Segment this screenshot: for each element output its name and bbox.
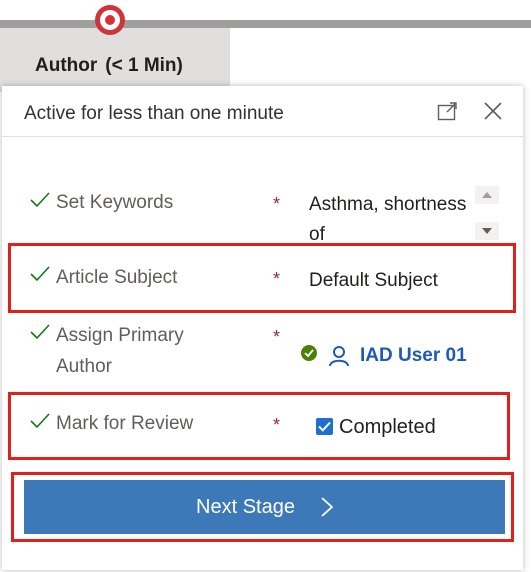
stage-tab-duration: (< 1 Min) bbox=[105, 55, 183, 76]
check-icon bbox=[30, 192, 50, 213]
active-stage-marker-icon bbox=[95, 5, 125, 35]
presence-available-icon bbox=[300, 344, 318, 367]
scroll-up-arrow-icon[interactable] bbox=[475, 186, 499, 204]
primary-author-link[interactable]: IAD User 01 bbox=[360, 345, 467, 367]
stage-progress-track bbox=[0, 20, 531, 28]
keywords-value[interactable]: Asthma, shortness of bbox=[309, 190, 469, 240]
flyout-header: Active for less than one minute bbox=[2, 86, 523, 137]
flyout-title: Active for less than one minute bbox=[24, 103, 284, 124]
keywords-textarea[interactable]: Asthma, shortness of bbox=[309, 186, 501, 240]
stage-tab-label[interactable]: Author (< 1 Min) bbox=[35, 55, 183, 77]
step-label-set-keywords: Set Keywords bbox=[56, 192, 174, 213]
highlight-article-subject bbox=[8, 243, 516, 313]
highlight-next-stage bbox=[11, 472, 514, 542]
popout-icon[interactable] bbox=[434, 97, 462, 125]
required-indicator: * bbox=[273, 194, 281, 214]
highlight-mark-for-review bbox=[8, 392, 510, 460]
step-label-author: Author bbox=[56, 356, 112, 377]
stage-tab-name: Author bbox=[35, 55, 98, 76]
required-indicator: * bbox=[273, 327, 281, 347]
check-icon bbox=[30, 324, 50, 345]
scroll-down-arrow-icon[interactable] bbox=[475, 222, 499, 240]
close-icon[interactable] bbox=[479, 97, 507, 125]
primary-author-lookup[interactable]: IAD User 01 bbox=[300, 344, 467, 367]
user-icon bbox=[328, 345, 350, 367]
step-label-assign-primary: Assign Primary bbox=[56, 325, 184, 346]
